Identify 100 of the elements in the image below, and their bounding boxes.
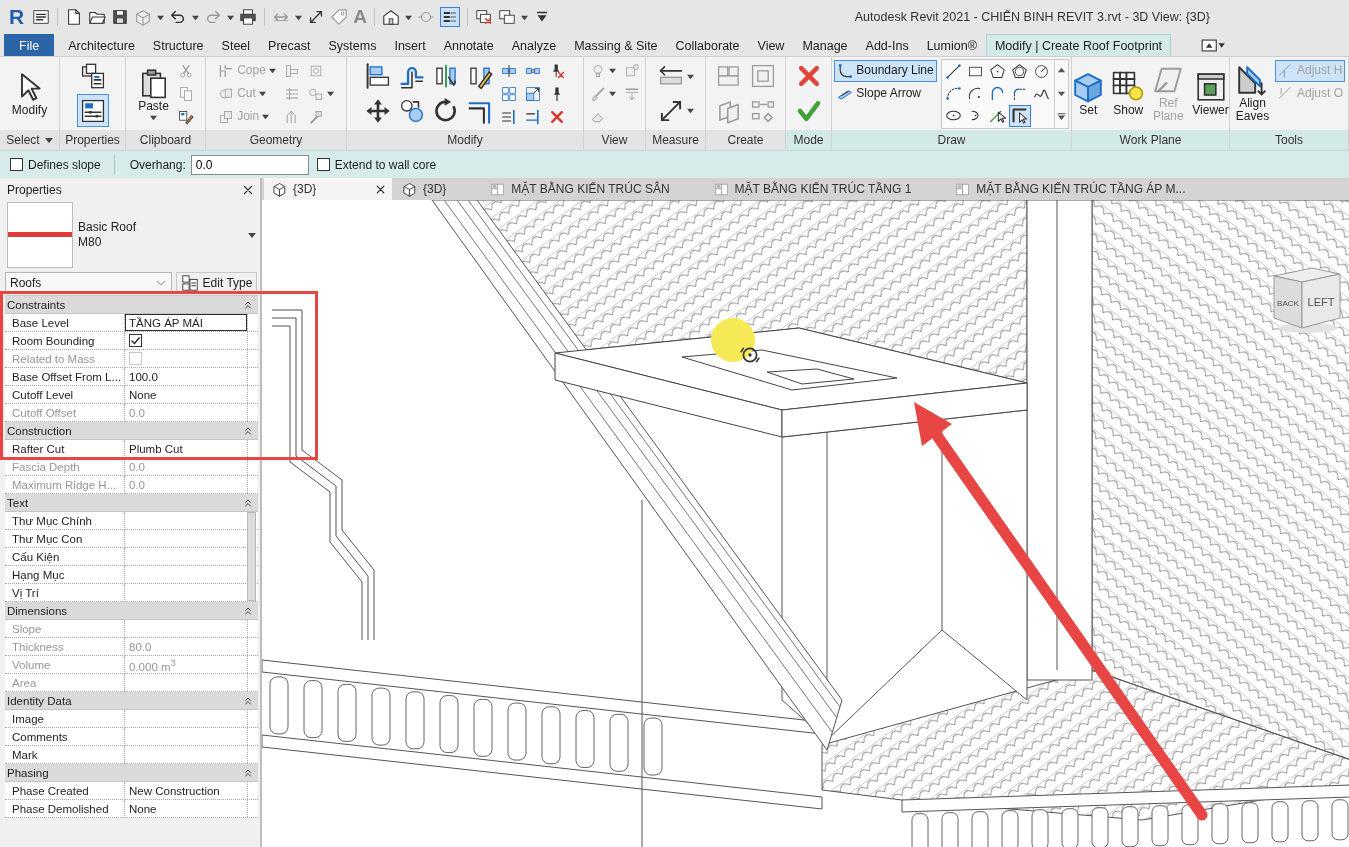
ribbon-tab[interactable]: Modify | Create Roof Footprint (985, 34, 1172, 56)
property-name: Mark (5, 746, 125, 764)
property-value-field[interactable] (125, 512, 258, 530)
group-header[interactable]: Construction (5, 422, 258, 440)
ribbon-tab[interactable]: Architecture (59, 34, 144, 56)
panel-title: Draw (832, 130, 1071, 150)
property-name: Base Level (5, 314, 125, 332)
ribbon-tab[interactable]: Add-Ins (856, 34, 918, 56)
property-value-field[interactable]: None (125, 386, 258, 404)
ribbon-tab[interactable]: Annotate (434, 34, 503, 56)
property-value-field: 0.0 (125, 404, 258, 422)
group-header[interactable]: Identity Data (5, 692, 258, 710)
house-icon[interactable] (381, 8, 400, 26)
printer-icon[interactable] (239, 8, 258, 26)
ribbon-tab[interactable]: Analyze (502, 34, 566, 56)
boundary-line-button[interactable]: Boundary Line (834, 59, 937, 82)
ribbon-tab[interactable]: Insert (385, 34, 435, 56)
caret-icon[interactable] (157, 13, 165, 21)
cube-icon (402, 181, 417, 197)
properties-palette-icon (79, 97, 106, 124)
caret-icon (262, 113, 270, 120)
caret-icon[interactable] (227, 13, 235, 21)
checkbox[interactable] (316, 158, 330, 171)
paste-button[interactable]: Paste (134, 59, 173, 128)
caret-icon[interactable] (192, 13, 200, 21)
category-dropdown[interactable]: Roofs (5, 272, 172, 294)
list-window-icon[interactable] (32, 8, 51, 26)
property-name: Room Bounding (5, 332, 125, 350)
scrollbar-thumb[interactable] (247, 512, 256, 601)
document-tab[interactable]: MẶT BẰNG KIẾN TRÚC TẦNG ÁP M... (947, 178, 1220, 200)
ribbon-tab[interactable]: Precast (259, 34, 320, 56)
close-icon[interactable] (242, 184, 254, 196)
group-header[interactable]: Phasing (5, 764, 258, 782)
overhang-field[interactable]: 0.0 (190, 154, 309, 175)
mirror-shapes-icon (433, 63, 459, 90)
panel-title: Mode (786, 130, 831, 150)
property-name: Related to Mass (5, 350, 125, 368)
app-logo[interactable]: R (9, 6, 25, 28)
group-header[interactable]: Text (5, 494, 258, 512)
scroll-down-icon[interactable] (1056, 89, 1066, 98)
set-button[interactable]: Set (1069, 59, 1108, 128)
thin-lines-icon[interactable] (439, 7, 460, 27)
edit-type-button[interactable]: Edit Type (176, 272, 257, 294)
property-name: Thư Mục Chính (5, 512, 125, 530)
move-arrows-icon (365, 97, 391, 124)
property-value-field[interactable]: New Construction (125, 782, 258, 800)
caret-icon[interactable] (248, 231, 256, 239)
properties-button[interactable] (76, 94, 109, 128)
ribbon-tab[interactable]: Manage (793, 34, 857, 56)
cube-face-label[interactable]: BACK (1277, 299, 1299, 308)
property-value-field[interactable] (125, 728, 258, 746)
align-eaves-button[interactable]: Align Eaves (1232, 59, 1273, 128)
property-value-field[interactable] (125, 746, 258, 764)
circle-icon (1033, 63, 1051, 80)
ribbon-tab[interactable]: Collaborate (666, 34, 749, 56)
caret-icon[interactable] (295, 13, 303, 21)
property-value-field[interactable] (125, 710, 258, 728)
pick-walls-tool[interactable] (1008, 104, 1031, 127)
view-cube[interactable] (1273, 267, 1341, 333)
checkbox[interactable] (129, 334, 142, 347)
bracket-lines-icon (218, 62, 235, 79)
caret-icon[interactable] (520, 13, 528, 21)
caret-icon[interactable] (404, 13, 412, 21)
close-windows-icon[interactable] (474, 8, 493, 26)
panel-title: Geometry (206, 130, 346, 150)
document-tab[interactable]: {3D} (394, 178, 481, 200)
property-value-field: 0.0 (125, 476, 258, 494)
property-value-field[interactable]: Plumb Cut (125, 440, 258, 458)
pentagon-icon (989, 63, 1007, 80)
expand-icon[interactable] (1056, 111, 1066, 121)
document-tab[interactable]: {3D} (264, 178, 392, 200)
file-tab[interactable]: File (4, 34, 55, 56)
group-header[interactable]: Constraints (5, 296, 258, 314)
close-icon[interactable] (375, 183, 386, 195)
panel-toggle-icon[interactable] (1201, 38, 1226, 52)
modify-button[interactable]: Modify (8, 59, 51, 128)
document-tab[interactable]: MẶT BẰNG KIẾN TRÚC SÂN (482, 178, 704, 200)
cube-face-label[interactable]: LEFT (1307, 296, 1335, 308)
property-value-field[interactable]: TẦNG ÁP MÁI (125, 314, 258, 332)
ribbon-tab[interactable]: Massing & Site (565, 34, 667, 56)
ribbon-tab[interactable]: Structure (143, 34, 213, 56)
ribbon-tab[interactable]: Steel (212, 34, 260, 56)
property-name: Maximum Ridge H... (5, 476, 125, 494)
ribbon-tab[interactable]: Systems (319, 34, 386, 56)
group-header[interactable]: Dimensions (5, 602, 258, 620)
stacked-windows-icon[interactable] (497, 8, 516, 26)
caret-icon (686, 72, 694, 80)
panel-menu-button[interactable]: Select (0, 130, 59, 150)
viewer-button[interactable]: Viewer (1189, 59, 1232, 128)
show-button[interactable]: Show (1109, 59, 1148, 128)
property-value-field[interactable] (125, 584, 258, 602)
checkbox[interactable] (10, 158, 23, 171)
property-value-field[interactable]: None (125, 800, 258, 818)
property-value-field[interactable]: 100.0 (125, 368, 258, 386)
panel-title: Modify (347, 130, 583, 150)
ribbon-tab[interactable]: View (748, 34, 794, 56)
ribbon-tab[interactable]: Lumion® (917, 34, 986, 56)
property-name: Phase Created (5, 782, 125, 800)
slope-arrow-button[interactable]: Slope Arrow (834, 82, 924, 105)
document-tab[interactable]: MẶT BẰNG KIẾN TRÚC TẦNG 1 (705, 178, 946, 200)
